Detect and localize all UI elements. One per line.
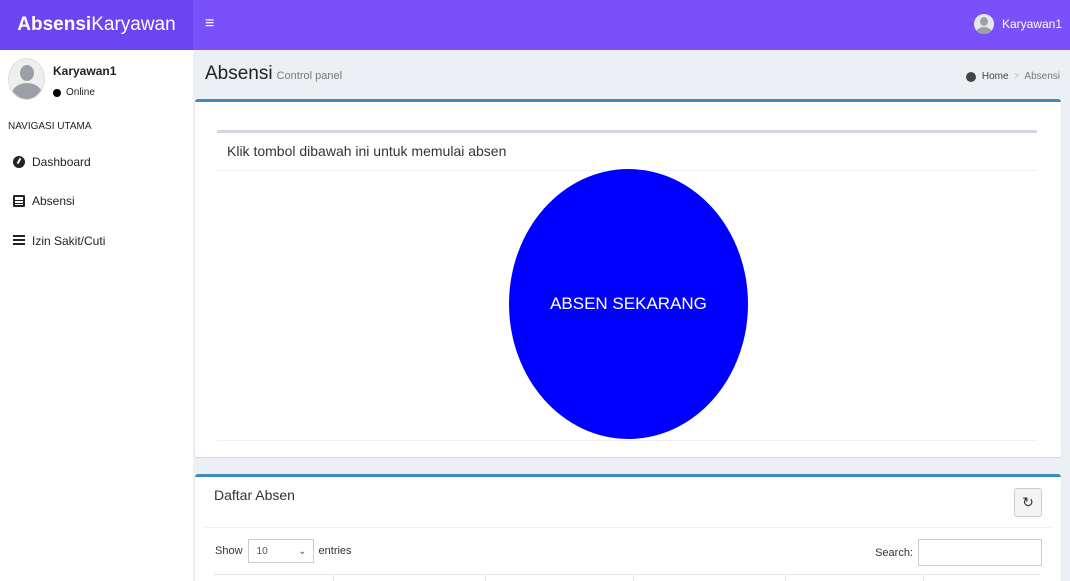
user-avatar-icon [973,14,994,34]
content-header: Absensi Control panel Home > Absensi [193,50,1070,98]
refresh-button[interactable]: ↻ [1014,488,1042,517]
search-input[interactable] [918,539,1042,566]
table-header-cell[interactable] [486,575,634,581]
table-header-cell[interactable] [214,575,334,581]
page-title-text: Absensi [205,63,273,84]
absen-box: Klik tombol dibawah ini untuk memulai ab… [195,99,1061,457]
logo-light-text: Karyawan [91,14,176,35]
entries-control: Show 10 ⌄ entries [215,539,352,563]
search-control: Search: [875,539,1042,566]
absen-instruction: Klik tombol dibawah ini untuk memulai ab… [227,143,507,159]
list-icon [13,235,25,247]
entries-value: 10 [256,545,268,557]
sidebar-item-label: Izin Sakit/Cuti [32,234,106,248]
daftar-absen-box: Daftar Absen ↻ Show 10 ⌄ entries Search: [195,474,1061,581]
divider [205,527,1051,528]
divider [217,440,1037,441]
show-label: Show [215,545,243,557]
entries-label: entries [318,545,352,557]
sidebar-item-dashboard[interactable]: Dashboard [13,155,91,169]
top-navbar: ≡ Karyawan1 [193,0,1070,50]
breadcrumb-current: Absensi [1024,71,1060,82]
table-header [214,574,1041,581]
status-label: Online [66,87,95,98]
status-dot-icon [53,88,61,97]
sidebar: Karyawan1 Online NAVIGASI UTAMA Dashboar… [0,50,193,581]
chevron-down-icon: ⌄ [298,545,307,557]
sidebar-item-label: Absensi [32,194,75,208]
breadcrumb: Home > Absensi [965,71,1060,82]
logo-bold-text: Absensi [17,14,92,35]
table-header-cell[interactable] [334,575,486,581]
dashboard-icon [13,156,25,168]
page-title: Absensi Control panel [205,63,342,85]
breadcrumb-separator: > [1013,71,1020,82]
user-menu-name: Karyawan1 [1001,17,1062,31]
sidebar-item-absensi[interactable]: Absensi [13,194,75,208]
online-status: Online [53,87,95,98]
home-icon [965,71,976,82]
breadcrumb-home[interactable]: Home [982,71,1009,82]
table-header-cell[interactable] [786,575,924,581]
search-label: Search: [875,546,913,559]
list-alt-icon [13,195,25,207]
nav-header: NAVIGASI UTAMA [8,121,92,132]
sidebar-avatar [8,58,45,100]
divider [217,130,1037,133]
absen-sekarang-button[interactable]: ABSEN SEKARANG [509,169,748,439]
sidebar-toggle-icon[interactable]: ≡ [205,15,214,33]
sidebar-user-name: Karyawan1 [53,64,117,78]
daftar-absen-title: Daftar Absen [214,487,295,503]
user-panel: Karyawan1 Online [8,58,188,104]
entries-select[interactable]: 10 ⌄ [247,539,314,563]
page-subtitle: Control panel [276,70,343,82]
app-logo[interactable]: Absensi Karyawan [0,0,193,50]
refresh-icon: ↻ [1022,494,1034,510]
sidebar-item-label: Dashboard [32,155,91,169]
user-menu[interactable]: Karyawan1 [973,14,1062,34]
table-header-cell[interactable] [634,575,786,581]
sidebar-item-izin[interactable]: Izin Sakit/Cuti [13,234,105,248]
